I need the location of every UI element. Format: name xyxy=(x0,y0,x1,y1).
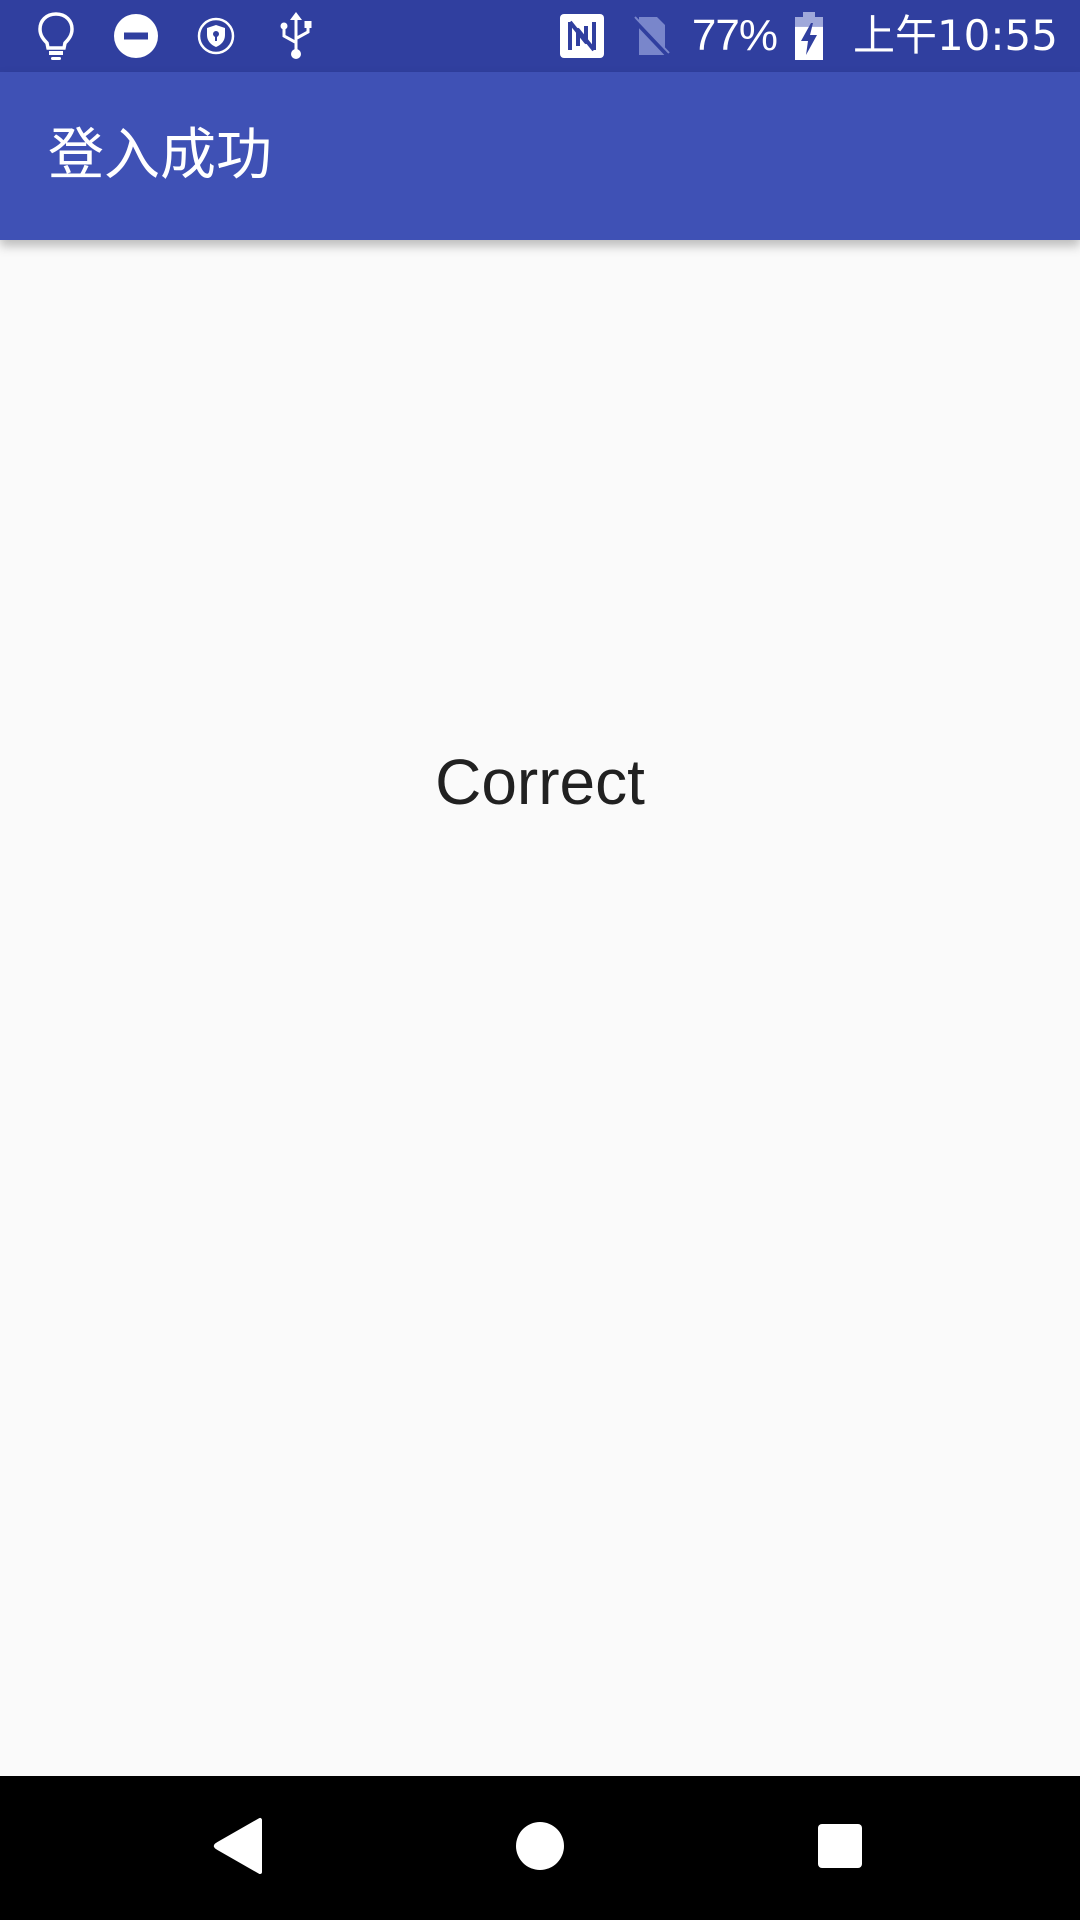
recent-apps-button[interactable] xyxy=(768,1776,912,1920)
status-clock: 上午10:55 xyxy=(852,11,1058,60)
battery-charging-icon xyxy=(793,10,825,62)
home-icon xyxy=(515,1821,565,1875)
no-sim-icon xyxy=(624,10,676,62)
page-title: 登入成功 xyxy=(48,123,272,188)
status-bar-right-icons: 77% 上午10:55 xyxy=(556,0,1058,72)
usb-icon xyxy=(270,10,322,62)
navigation-bar xyxy=(0,1776,1080,1920)
status-bar: 77% 上午10:55 xyxy=(0,0,1080,72)
home-button[interactable] xyxy=(468,1776,612,1920)
result-message: Correct xyxy=(435,746,645,818)
nfc-icon xyxy=(556,10,608,62)
battery-percent: 77% xyxy=(691,11,778,60)
app-bar: 登入成功 xyxy=(0,72,1080,240)
main-content: Correct xyxy=(0,240,1080,1776)
back-icon xyxy=(212,1816,268,1880)
back-button[interactable] xyxy=(168,1776,312,1920)
lightbulb-icon xyxy=(30,10,82,62)
vpn-shield-icon xyxy=(190,10,242,62)
do-not-disturb-icon xyxy=(110,10,162,62)
recent-apps-icon xyxy=(817,1823,863,1873)
status-bar-left-icons xyxy=(30,0,322,72)
